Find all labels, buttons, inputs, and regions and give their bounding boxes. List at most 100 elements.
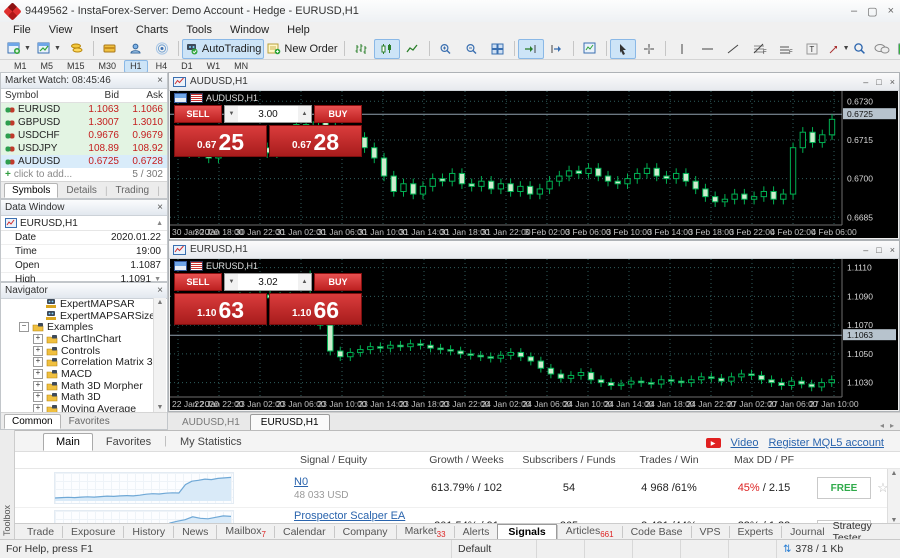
close-icon[interactable]: × <box>157 75 163 86</box>
autoscroll-button[interactable] <box>518 39 544 59</box>
tab-history[interactable]: History <box>123 526 173 538</box>
vline-button[interactable] <box>669 39 695 59</box>
community-button[interactable] <box>123 39 149 59</box>
menu-insert[interactable]: Insert <box>81 24 127 36</box>
tree-item[interactable]: ChartInChart <box>1 333 153 345</box>
candle-chart-button[interactable] <box>374 39 400 59</box>
tf-d1[interactable]: D1 <box>175 60 199 73</box>
youtube-icon[interactable]: ▶ <box>706 438 721 448</box>
line-chart-button[interactable] <box>400 39 426 59</box>
maximize-icon[interactable]: □ <box>876 77 881 87</box>
maximize-icon[interactable]: □ <box>876 245 881 255</box>
video-link[interactable]: Video <box>731 437 759 449</box>
market-row-usdjpy[interactable]: USDJPY108.89108.92 <box>1 142 167 155</box>
register-mql5-link[interactable]: Register MQL5 account <box>768 437 884 449</box>
chart-canvas[interactable]: AUDUSD,H1 SELL ▼3.00▲ BUY 0.6725 0.6728 … <box>170 91 898 238</box>
free-button[interactable]: FREE <box>817 477 871 499</box>
autotrading-button[interactable]: AutoTrading <box>182 39 265 59</box>
tf-m15[interactable]: M15 <box>61 60 91 73</box>
tab-trading[interactable]: Trading <box>108 183 158 198</box>
tab-symbols[interactable]: Symbols <box>4 183 58 198</box>
tab-scroll-right-icon[interactable]: ▸ <box>890 421 894 430</box>
channel-button[interactable]: F <box>773 39 799 59</box>
expand-icon[interactable] <box>33 369 43 379</box>
volume-stepper[interactable]: ▼3.02▲ <box>224 273 312 291</box>
close-icon[interactable]: × <box>157 285 163 296</box>
tree-item[interactable]: Math 3D <box>1 392 153 404</box>
sell-price[interactable]: 0.6725 <box>174 125 267 157</box>
tab-my-statistics[interactable]: My Statistics <box>167 433 255 451</box>
chart-tab-eurusd[interactable]: EURUSD,H1 <box>250 414 330 430</box>
objects-window-button[interactable] <box>577 39 603 59</box>
signal-name-link[interactable]: Prospector Scalper EA <box>294 510 405 522</box>
menu-charts[interactable]: Charts <box>127 24 177 36</box>
tf-mn[interactable]: MN <box>228 60 254 73</box>
tab-main[interactable]: Main <box>43 433 93 451</box>
tf-h1[interactable]: H1 <box>124 60 148 73</box>
sell-price[interactable]: 1.1063 <box>174 293 267 325</box>
buy-button[interactable]: BUY <box>314 105 362 123</box>
expand-icon[interactable] <box>33 381 43 391</box>
bar-chart-button[interactable] <box>348 39 374 59</box>
volume-stepper[interactable]: ▼3.00▲ <box>224 105 312 123</box>
menu-view[interactable]: View <box>40 24 82 36</box>
tab-market[interactable]: Market33 <box>396 525 454 539</box>
market-row-usdchf[interactable]: USDCHF0.96760.9679 <box>1 129 167 142</box>
signal-row[interactable]: N048 033 USD 613.79% / 102 54 4 968 /61%… <box>15 469 900 508</box>
tab-articles[interactable]: Articles661 <box>557 525 622 539</box>
tab-common[interactable]: Common <box>4 414 61 429</box>
tab-calendar[interactable]: Calendar <box>274 526 334 538</box>
close-icon[interactable]: × <box>890 77 895 87</box>
search-icon[interactable] <box>853 42 866 55</box>
signal-name-link[interactable]: N0 <box>294 476 308 488</box>
zoom-out-button[interactable] <box>459 39 485 59</box>
profiles-button[interactable]: ▼ <box>34 39 64 59</box>
hline-button[interactable] <box>695 39 721 59</box>
tab-favorites[interactable]: Favorites <box>61 414 118 429</box>
signals-scrollbar[interactable]: ▲▼ <box>887 469 900 525</box>
minimize-icon[interactable]: – <box>863 77 868 87</box>
broadcast-button[interactable] <box>149 39 175 59</box>
menu-file[interactable]: File <box>4 24 40 36</box>
tab-signals[interactable]: Signals <box>497 524 556 540</box>
market-row-audusd[interactable]: AUDUSD0.67250.6728 <box>1 155 167 168</box>
tile-windows-button[interactable] <box>485 39 511 59</box>
tab-vps[interactable]: VPS <box>691 526 729 538</box>
navigator-scrollbar[interactable]: ▲▼ <box>153 298 166 412</box>
expand-icon[interactable] <box>33 404 43 412</box>
tab-trade[interactable]: Trade <box>19 526 62 538</box>
status-profile[interactable]: Default <box>452 540 537 558</box>
sell-button[interactable]: SELL <box>174 273 222 291</box>
tree-item[interactable]: Moving Average <box>1 403 153 412</box>
buy-price[interactable]: 0.6728 <box>269 125 362 157</box>
fibo-button[interactable]: F <box>747 39 773 59</box>
tab-favorites[interactable]: Favorites <box>93 433 164 451</box>
tree-item[interactable]: ExpertMAPSARSizeOptim <box>1 310 153 322</box>
tab-news[interactable]: News <box>173 526 216 538</box>
tf-m30[interactable]: M30 <box>93 60 123 73</box>
new-order-button[interactable]: New Order <box>264 39 340 59</box>
arrows-button[interactable]: ▼ <box>825 39 853 59</box>
text-button[interactable]: T <box>799 39 825 59</box>
expand-icon[interactable] <box>33 334 43 344</box>
tab-mailbox[interactable]: Mailbox7 <box>216 525 274 539</box>
maximize-icon[interactable]: ▢ <box>867 5 877 18</box>
collapse-icon[interactable] <box>19 322 29 332</box>
zoom-in-button[interactable] <box>433 39 459 59</box>
chat-icon[interactable] <box>874 43 890 55</box>
tree-item[interactable]: Math 3D Morpher <box>1 380 153 392</box>
cursor-button[interactable] <box>610 39 636 59</box>
menu-tools[interactable]: Tools <box>177 24 221 36</box>
buy-button[interactable]: BUY <box>314 273 362 291</box>
buy-price[interactable]: 1.1066 <box>269 293 362 325</box>
scroll-up-icon[interactable]: ▲ <box>156 220 163 227</box>
minimize-icon[interactable]: – <box>851 5 857 18</box>
menu-window[interactable]: Window <box>221 24 278 36</box>
minimize-icon[interactable]: – <box>863 245 868 255</box>
close-icon[interactable]: × <box>888 5 894 18</box>
close-icon[interactable]: × <box>890 245 895 255</box>
market-row-gbpusd[interactable]: GBPUSD1.30071.3010 <box>1 116 167 129</box>
tab-exposure[interactable]: Exposure <box>62 526 123 538</box>
crosshair-button[interactable] <box>636 39 662 59</box>
tab-details[interactable]: Details <box>58 183 105 198</box>
